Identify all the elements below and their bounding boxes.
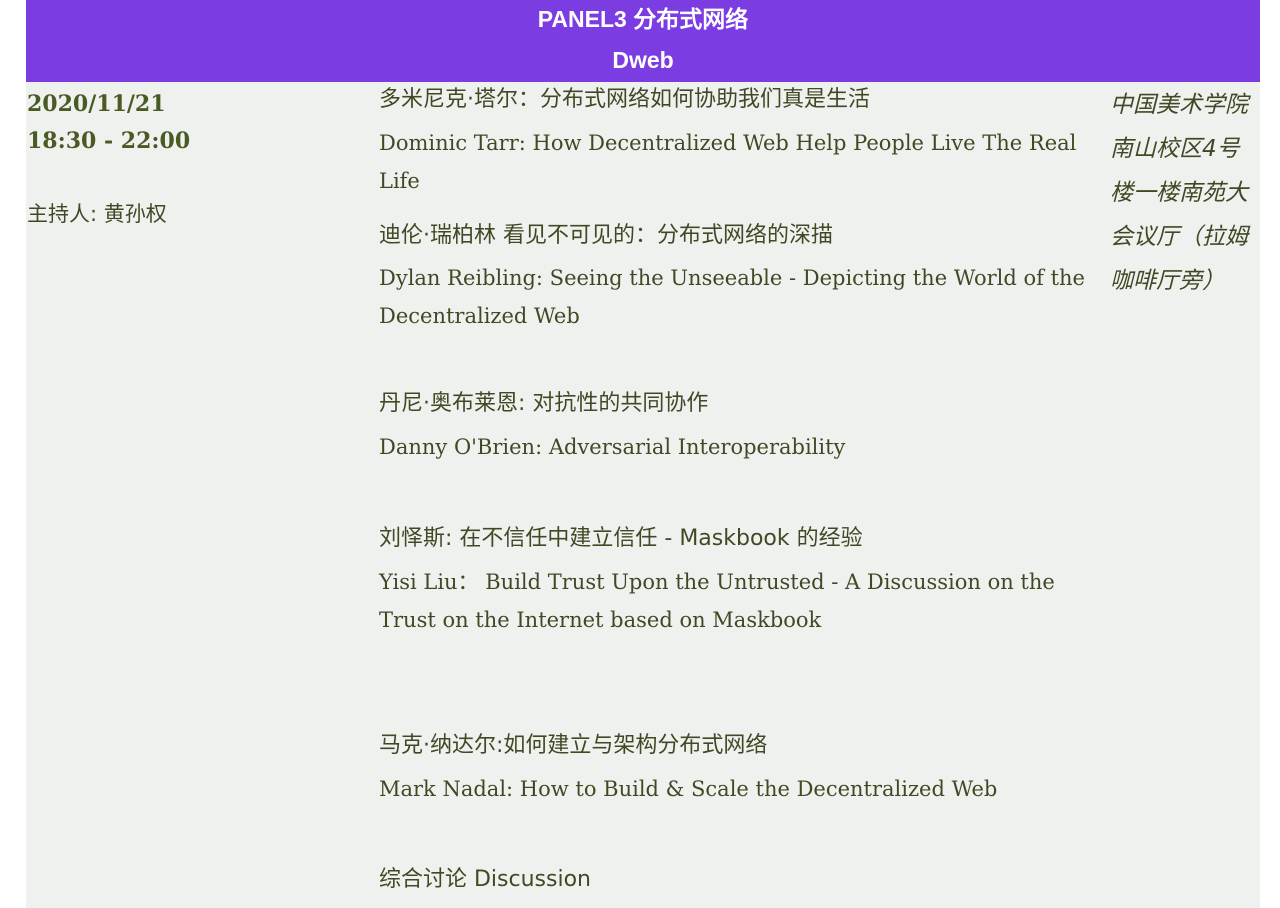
discussion-title: 综合讨论 Discussion	[379, 867, 591, 892]
schedule-table: PANEL3 分布式网络 Dweb 2020/11/21 18:30 - 22:…	[26, 0, 1260, 908]
talk-2-title-en: Dylan Reibling: Seeing the Unseeable - D…	[379, 266, 1085, 328]
venue-text: 中国美术学院南山校区4号楼一楼南苑大会议厅（拉姆咖啡厅旁）	[1110, 92, 1248, 294]
event-time: 18:30 - 22:00	[27, 128, 191, 154]
talk-4-title-en: Yisi Liu： Build Trust Upon the Untrusted…	[379, 570, 1055, 632]
talk-5-title-en: Mark Nadal: How to Build & Scale the Dec…	[379, 777, 998, 801]
panel-subtitle: Dweb	[612, 47, 674, 73]
date-time-block: 2020/11/21 18:30 - 22:00	[27, 86, 190, 160]
panel-header: PANEL3 分布式网络 Dweb	[26, 0, 1260, 82]
panel-title: PANEL3 分布式网络	[537, 6, 749, 32]
talk-3-title-en: Danny O'Brien: Adversarial Interoperabil…	[379, 435, 846, 459]
talk-2-title-zh: 迪伦·瑞柏林 看见不可见的：分布式网络的深描	[379, 223, 833, 248]
talk-4-title-zh: 刘怿斯: 在不信任中建立信任 - Maskbook 的经验	[379, 526, 863, 551]
host-label: 主持人: 黄孙权	[27, 202, 167, 226]
talk-3-title-zh: 丹尼·奥布莱恩: 对抗性的共同协作	[379, 391, 709, 416]
event-date: 2020/11/21	[27, 91, 166, 117]
talk-1-title-zh: 多米尼克·塔尔：分布式网络如何协助我们真是生活	[379, 87, 870, 112]
talk-5-title-zh: 马克·纳达尔:如何建立与架构分布式网络	[379, 733, 768, 758]
talk-1-title-en: Dominic Tarr: How Decentralized Web Help…	[379, 131, 1077, 193]
